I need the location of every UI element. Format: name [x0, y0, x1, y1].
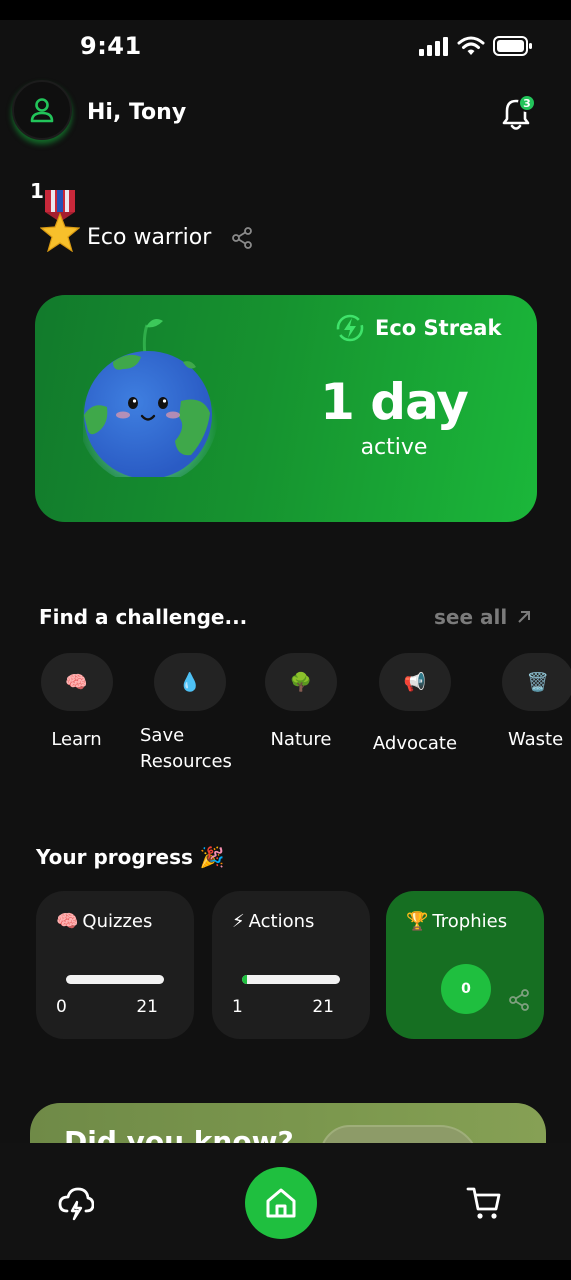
greeting-text: Hi, Tony [87, 100, 187, 125]
challenges-title: Find a challenge... [39, 605, 248, 629]
lightning-icon: ⚡ [232, 911, 245, 932]
trophies-count: 0 [441, 964, 491, 1014]
category-label: Save Resources [140, 725, 232, 772]
home-icon [266, 1188, 296, 1218]
category-label: Waste [508, 729, 564, 750]
actions-label: Actions [248, 911, 315, 932]
status-icons [419, 36, 533, 56]
category-icon: 🌳 [265, 653, 337, 711]
category-waste[interactable]: 🗑️ Waste [502, 653, 571, 753]
storm-bolt-icon[interactable] [58, 1185, 94, 1221]
see-all-label: see all [434, 605, 508, 629]
actions-min: 1 [232, 997, 243, 1017]
category-icon: 📢 [379, 653, 451, 711]
category-label: Nature [270, 729, 332, 750]
quizzes-card[interactable]: 🧠 Quizzes 0 21 [36, 891, 194, 1039]
actions-max: 21 [312, 997, 334, 1017]
rank-title: Eco warrior [87, 225, 212, 250]
notification-badge: 3 [518, 94, 536, 112]
signal-icon [419, 37, 448, 56]
trophies-card[interactable]: 🏆 Trophies 0 [386, 891, 544, 1039]
actions-progress-bar [242, 975, 340, 984]
category-advocate[interactable]: 📢 Advocate [370, 653, 460, 757]
profile-avatar-button[interactable] [12, 80, 72, 140]
battery-icon [493, 36, 532, 56]
actions-card[interactable]: ⚡ Actions 1 21 [212, 891, 370, 1039]
share-icon[interactable] [231, 227, 253, 249]
status-time: 9:41 [80, 32, 142, 60]
wifi-icon [457, 36, 485, 55]
trophies-title: 🏆 Trophies [406, 911, 507, 932]
category-icon: 🧠 [40, 653, 113, 711]
earth-mascot-icon [83, 319, 218, 477]
category-icon: 💧 [154, 653, 226, 711]
streak-value: 1 day [320, 373, 469, 431]
category-nature[interactable]: 🌳 Nature [265, 653, 337, 753]
trophy-icon: 🏆 [406, 911, 429, 932]
cart-icon[interactable] [466, 1185, 502, 1221]
arrow-up-right-icon [518, 611, 531, 623]
category-icon: 🗑️ [502, 653, 571, 711]
bottom-navigation [0, 1143, 571, 1260]
actions-title: ⚡ Actions [232, 911, 314, 932]
quizzes-progress-bar [66, 975, 164, 984]
home-button[interactable] [245, 1167, 317, 1239]
see-all-link[interactable]: see all [434, 605, 531, 629]
lightning-icon [336, 314, 364, 342]
category-label: Advocate [372, 733, 458, 754]
quizzes-max: 21 [136, 997, 158, 1017]
streak-label-text: Eco Streak [375, 316, 502, 340]
streak-subtitle: active [360, 435, 428, 460]
medal-icon [40, 190, 80, 252]
streak-label: Eco Streak [335, 313, 501, 343]
status-bar: 9:41 [0, 20, 571, 74]
quizzes-min: 0 [56, 997, 67, 1017]
trophies-label: Trophies [432, 911, 508, 932]
category-learn[interactable]: 🧠 Learn [39, 653, 114, 753]
app-screen: 9:41 Hi, Tony 3 1 Eco warrior Eco Streak… [0, 20, 571, 1260]
actions-progress-fill [242, 975, 247, 984]
eco-streak-card[interactable]: Eco Streak 1 day active [35, 295, 537, 522]
quizzes-title: 🧠 Quizzes [56, 911, 152, 932]
user-icon [30, 98, 54, 123]
progress-title: Your progress 🎉 [36, 845, 225, 869]
category-save-resources[interactable]: 💧 Save Resources [140, 653, 240, 775]
brain-icon: 🧠 [56, 911, 79, 932]
share-icon[interactable] [508, 989, 530, 1011]
quizzes-label: Quizzes [82, 911, 153, 932]
category-label: Learn [51, 729, 102, 750]
